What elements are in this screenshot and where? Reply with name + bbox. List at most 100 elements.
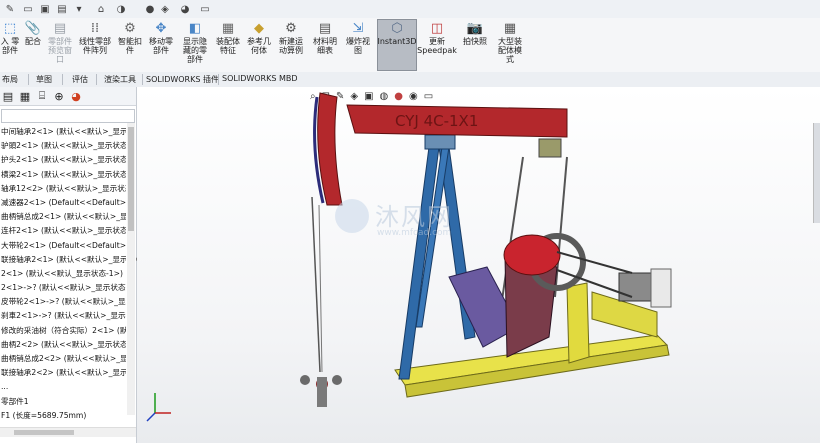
- scrollbar-thumb[interactable]: [14, 430, 74, 435]
- tab-solidworks-addins[interactable]: SOLIDWORKS 插件: [146, 74, 219, 85]
- tab-separator: [142, 74, 143, 85]
- watermark-logo-icon: [335, 199, 369, 233]
- tab-layout[interactable]: 布局: [2, 74, 18, 85]
- tree-item[interactable]: 零部件1: [0, 395, 126, 409]
- assembly-feature-icon: ▦: [221, 20, 235, 36]
- tree-item[interactable]: 轴承12<2> (默认<<默认>_显示状态: [0, 182, 126, 196]
- update-speedpak-button[interactable]: ◫ 更新 Speedpak: [417, 20, 457, 56]
- hide-show-icon[interactable]: ◑: [114, 2, 128, 16]
- tab-separator: [28, 74, 29, 85]
- rebuild-icon[interactable]: ✎: [3, 2, 17, 16]
- dropdown-icon[interactable]: ▾: [72, 2, 86, 16]
- large-assembly-icon: ▦: [503, 20, 517, 36]
- tree-item[interactable]: 2<1>->? (默认<<默认>_显示状态: [0, 281, 126, 295]
- tree-item[interactable]: 曲柄销总成2<1> (默认<<默认>_显示: [0, 210, 126, 224]
- tree-item[interactable]: 中间轴承2<1> (默认<<默认>_显示状: [0, 125, 126, 139]
- tree-item[interactable]: 2<1> (默认<<默认_显示状态-1>): [0, 267, 126, 281]
- tree-item[interactable]: 连杆2<1> (默认<<默认>_显示状态 1: [0, 224, 126, 238]
- instant3d-icon: ⬡: [391, 20, 403, 36]
- watermark: 沐风网 www.mfcad.com: [335, 197, 505, 243]
- watermark-url: www.mfcad.com: [377, 228, 452, 238]
- mate-icon: 📎: [24, 20, 42, 36]
- snapshot-icon: 📷: [466, 20, 484, 36]
- snapshot-button[interactable]: 📷 拍快照: [461, 20, 489, 47]
- tab-render-tools[interactable]: 渲染工具: [104, 74, 136, 85]
- watermark-title: 沐风网: [375, 203, 453, 231]
- insert-part-button[interactable]: ⬚ 入 零 部件: [0, 20, 20, 56]
- appearance-ball-icon[interactable]: ◕: [178, 2, 192, 16]
- smart-fastener-button[interactable]: ⚙ 智能扣 件: [116, 20, 144, 56]
- reference-geometry-button[interactable]: ◆ 参考几 何体: [245, 20, 273, 56]
- panel-tabs: ▤ ▦ ⌸ ⊕ ◕: [0, 87, 136, 106]
- instant3d-button[interactable]: ⬡ Instant3D: [377, 19, 417, 71]
- tree-horizontal-scrollbar[interactable]: [0, 427, 136, 437]
- tree-item[interactable]: 大带轮2<1> (Default<<Default>_显: [0, 239, 126, 253]
- samson-post: [398, 134, 476, 380]
- mate-button[interactable]: 📎 配合: [22, 20, 44, 47]
- reference-geometry-icon: ◆: [254, 20, 264, 36]
- feature-tree-tab-icon[interactable]: ▤: [0, 89, 16, 103]
- tree-item[interactable]: 刹車2<1>->? (默认<<默认>_显示状: [0, 309, 126, 323]
- motion-study-icon: ⚙: [285, 20, 297, 36]
- bom-icon: ▤: [318, 20, 332, 36]
- tab-separator: [96, 74, 97, 85]
- smart-fastener-icon: ⚙: [124, 20, 136, 36]
- exploded-view-button[interactable]: ⇲ 爆炸视 图: [344, 20, 372, 56]
- display-manager-tab-icon[interactable]: ◕: [68, 89, 84, 103]
- motion-study-button[interactable]: ⚙ 新建运 动算例: [277, 20, 305, 56]
- display-settings-icon[interactable]: ▭: [198, 2, 212, 16]
- tree-item[interactable]: 联接轴承2<2> (默认<<默认>_显示状: [0, 366, 126, 380]
- linear-pattern-icon: ⁞⁞: [90, 20, 100, 36]
- property-manager-tab-icon[interactable]: ▦: [17, 89, 33, 103]
- move-component-button[interactable]: ✥ 移动零 部件: [147, 20, 175, 56]
- tab-separator: [218, 74, 219, 85]
- print-icon[interactable]: ▤: [55, 2, 69, 16]
- preview-window-icon: ▤: [53, 20, 67, 36]
- pumpjack-model: CYJ 4C-1X1: [146, 92, 672, 422]
- command-tabs: 布局 草图 评估 渲染工具 SOLIDWORKS 插件 SOLIDWORKS M…: [0, 72, 820, 88]
- coordinate-triad: [146, 393, 171, 422]
- tree-item[interactable]: 护头2<1> (默认<<默认>_显示状态 1: [0, 153, 126, 167]
- graphics-viewport[interactable]: ⌕ ⊡ ✎ ◈ ▣ ◍ ● ◉ ▭ CYJ 4C-1X1: [137, 87, 820, 443]
- tree-item[interactable]: 曲柄2<2> (默认<<默认>_显示状态 1: [0, 338, 126, 352]
- tree-filter-input[interactable]: [1, 109, 135, 123]
- feature-manager-panel: ▤ ▦ ⌸ ⊕ ◕ 中间轴承2<1> (默认<<默认>_显示状 驴頭2<1> (…: [0, 87, 137, 443]
- tree-item[interactable]: 皮带轮2<1>->? (默认<<默认>_显示: [0, 295, 126, 309]
- command-manager-ribbon: ⬚ 入 零 部件 📎 配合 ▤ 零部件 预览窗 口 ⁞⁞ 线性零部 件阵列 ⚙ …: [0, 18, 820, 73]
- show-hidden-button[interactable]: ◧ 显示隐 藏的零 部件: [180, 20, 210, 65]
- tree-item[interactable]: F1 (长度=5689.75mm): [0, 409, 126, 423]
- tree-vertical-scrollbar[interactable]: [127, 123, 135, 415]
- feature-tree: 中间轴承2<1> (默认<<默认>_显示状 驴頭2<1> (默认<<默认>_显示…: [0, 125, 126, 423]
- tab-sketch[interactable]: 草图: [36, 74, 52, 85]
- show-hidden-icon: ◧: [188, 20, 202, 36]
- linear-pattern-button[interactable]: ⁞⁞ 线性零部 件阵列: [77, 20, 113, 56]
- tree-item[interactable]: ...: [0, 380, 126, 394]
- tree-item[interactable]: 曲柄销总成2<2> (默认<<默认>_显示: [0, 352, 126, 366]
- tree-item[interactable]: 减速器2<1> (Default<<Default>_显: [0, 196, 126, 210]
- appearance-icon[interactable]: ●: [143, 2, 157, 16]
- preview-window-button[interactable]: ▤ 零部件 预览窗 口: [46, 20, 74, 65]
- save-icon[interactable]: ▣: [38, 2, 52, 16]
- open-icon[interactable]: ▭: [21, 2, 35, 16]
- tab-evaluate[interactable]: 评估: [72, 74, 88, 85]
- beam-label: CYJ 4C-1X1: [395, 112, 478, 130]
- speedpak-icon: ◫: [430, 20, 444, 36]
- quick-access-toolbar: ✎ ▭ ▣ ▤ ▾ ⌂ ◑ ● ◈ ◕ ▭: [0, 0, 820, 19]
- tree-item[interactable]: 修改的采油树（符合实际）2<1> (默认: [0, 324, 126, 338]
- configuration-tab-icon[interactable]: ⌸: [34, 89, 50, 103]
- exploded-view-icon: ⇲: [352, 20, 364, 36]
- view-orientation-icon[interactable]: ⌂: [94, 2, 108, 16]
- assembly-feature-button[interactable]: ▦ 装配体 特征: [214, 20, 242, 56]
- bom-button[interactable]: ▤ 材料明 细表: [311, 20, 339, 56]
- tab-solidworks-mbd[interactable]: SOLIDWORKS MBD: [222, 74, 298, 83]
- tab-separator: [62, 74, 63, 85]
- scrollbar-thumb[interactable]: [128, 127, 134, 231]
- dimxpert-tab-icon[interactable]: ⊕: [51, 89, 67, 103]
- move-component-icon: ✥: [155, 20, 167, 36]
- insert-part-icon: ⬚: [3, 20, 17, 36]
- scene-icon[interactable]: ◈: [158, 2, 172, 16]
- tree-item[interactable]: 驴頭2<1> (默认<<默认>_显示状态 1: [0, 139, 126, 153]
- large-assembly-button[interactable]: ▦ 大型装 配体模 式: [494, 20, 526, 65]
- tree-item[interactable]: 联接轴承2<1> (默认<<默认>_显示状: [0, 253, 126, 267]
- tree-item[interactable]: 横梁2<1> (默认<<默认>_显示状态 1: [0, 168, 126, 182]
